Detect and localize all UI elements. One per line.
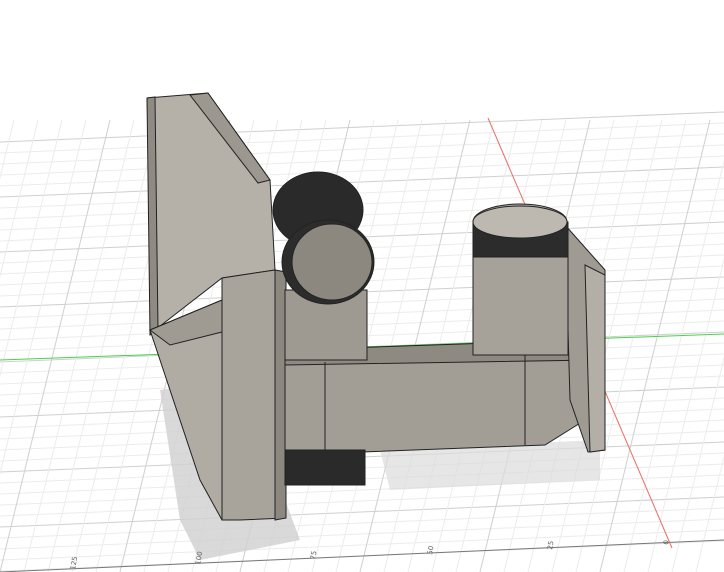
ruler-tick-label: 25: [546, 540, 555, 550]
scene[interactable]: 125 100 75 50 25 0: [0, 0, 724, 572]
grid-line: [0, 119, 111, 572]
cad-viewport[interactable]: 125 100 75 50 25 0: [0, 0, 724, 572]
ruler-tick-label: 0: [662, 540, 671, 546]
ruler-tick-label: 75: [309, 550, 318, 560]
grid-line: [695, 454, 724, 572]
grid-line: [599, 119, 711, 572]
grid-line: [47, 119, 159, 572]
grid-line: [623, 158, 724, 572]
ruler-tick-label: 50: [426, 545, 435, 555]
grid-line: [671, 356, 724, 572]
